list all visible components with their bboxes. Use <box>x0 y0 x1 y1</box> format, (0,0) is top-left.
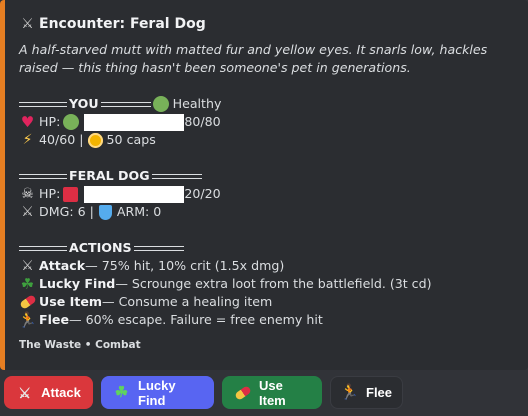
you-header: YOU <box>69 96 99 111</box>
action-desc: — 75% hit, 10% crit (1.5x dmg) <box>85 258 285 273</box>
flee-button[interactable]: 🏃 Flee <box>330 376 403 409</box>
enemy-hp-label: HP: <box>39 186 61 201</box>
actions-header: ACTIONS <box>69 240 132 255</box>
green-circle-icon <box>153 96 170 113</box>
red-square-icon <box>62 186 79 203</box>
lucky-find-button-label: Lucky Find <box>138 377 176 408</box>
header-rule <box>133 245 184 251</box>
action-name: Lucky Find <box>39 276 116 291</box>
embed-accent-bar <box>0 0 5 370</box>
crossed-swords-icon: ⚔ <box>18 384 31 401</box>
enemy-arm: ARM: 0 <box>116 204 162 219</box>
flee-button-label: Flee <box>366 385 393 400</box>
enemy-header: FERAL DOG <box>69 168 150 183</box>
action-item-lucky-find: ☘ Lucky Find — Scrounge extra loot from … <box>19 275 514 293</box>
enemy-header-line: FERAL DOG <box>19 167 514 185</box>
you-energy-line: ⚡ 40/60 | 50 caps <box>19 131 514 149</box>
you-caps: 50 caps <box>106 132 156 147</box>
actions-header-line: ACTIONS <box>19 239 514 257</box>
heart-icon: ♥ <box>20 112 35 131</box>
coin-icon <box>87 132 104 149</box>
header-rule <box>100 101 151 107</box>
four-leaf-clover-icon: ☘ <box>20 274 35 293</box>
embed-description: A half-starved mutt with matted fur and … <box>19 42 488 75</box>
shield-icon <box>97 204 114 221</box>
embed-title-text: Encounter: Feral Dog <box>39 16 206 32</box>
running-person-icon: 🏃 <box>18 310 37 329</box>
header-rule <box>19 245 67 251</box>
action-desc: — Scrounge extra loot from the battlefie… <box>115 276 432 291</box>
running-person-icon: 🏃 <box>340 384 359 401</box>
four-leaf-clover-icon: ☘ <box>114 384 129 401</box>
action-item-use-item: Use Item — Consume a healing item <box>18 293 514 311</box>
use-item-button-label: Use Item <box>259 377 286 408</box>
action-name: Attack <box>39 258 86 273</box>
attack-button-label: Attack <box>41 385 81 400</box>
skull-icon: ☠ <box>21 186 34 202</box>
crossed-swords-icon: ⚔ <box>21 204 34 220</box>
header-rule <box>151 173 202 179</box>
encounter-embed: ⚔ Encounter: Feral Dog A half-starved mu… <box>0 0 528 370</box>
action-button-row: ⚔ Attack ☘ Lucky Find Use Item 🏃 Flee <box>4 376 403 409</box>
attack-button[interactable]: ⚔ Attack <box>4 376 93 409</box>
enemy-dmg: DMG: 6 | <box>39 204 94 219</box>
action-item-attack: ⚔ Attack — 75% hit, 10% crit (1.5x dmg) <box>19 257 514 275</box>
you-hp-value: 80/80 <box>184 114 221 129</box>
lucky-find-button[interactable]: ☘ Lucky Find <box>101 376 214 409</box>
action-name: Use Item <box>39 294 103 309</box>
green-circle-icon <box>62 114 79 131</box>
action-name: Flee <box>39 312 70 327</box>
you-hp-label: HP: <box>39 114 61 129</box>
action-desc: — Consume a healing item <box>102 294 273 309</box>
you-hp-bar <box>84 113 185 131</box>
embed-body: ⚔ Encounter: Feral Dog A half-starved mu… <box>18 15 514 352</box>
crossed-swords-icon: ⚔ <box>21 16 34 32</box>
pill-icon <box>18 294 37 311</box>
pill-icon <box>233 384 252 401</box>
lightning-icon: ⚡ <box>22 132 33 148</box>
action-item-flee: 🏃 Flee — 60% escape. Failure = free enem… <box>18 310 514 329</box>
embed-footer: The Waste • Combat <box>19 339 141 351</box>
you-status: Healthy <box>172 96 222 111</box>
enemy-hp-line: ☠ HP: 20/20 <box>19 185 514 203</box>
you-header-line: YOU Healthy <box>19 95 514 113</box>
crossed-swords-icon: ⚔ <box>21 258 34 274</box>
use-item-button[interactable]: Use Item <box>222 376 322 409</box>
embed-title: ⚔ Encounter: Feral Dog <box>19 15 514 33</box>
action-desc: — 60% escape. Failure = free enemy hit <box>69 312 323 327</box>
you-energy: 40/60 | <box>39 132 84 147</box>
header-rule <box>19 173 67 179</box>
enemy-hp-value: 20/20 <box>184 186 221 201</box>
header-rule <box>19 101 67 107</box>
enemy-stats-line: ⚔ DMG: 6 | ARM: 0 <box>19 203 514 221</box>
enemy-hp-bar <box>84 185 185 203</box>
you-hp-line: ♥ HP: 80/80 <box>19 113 514 131</box>
